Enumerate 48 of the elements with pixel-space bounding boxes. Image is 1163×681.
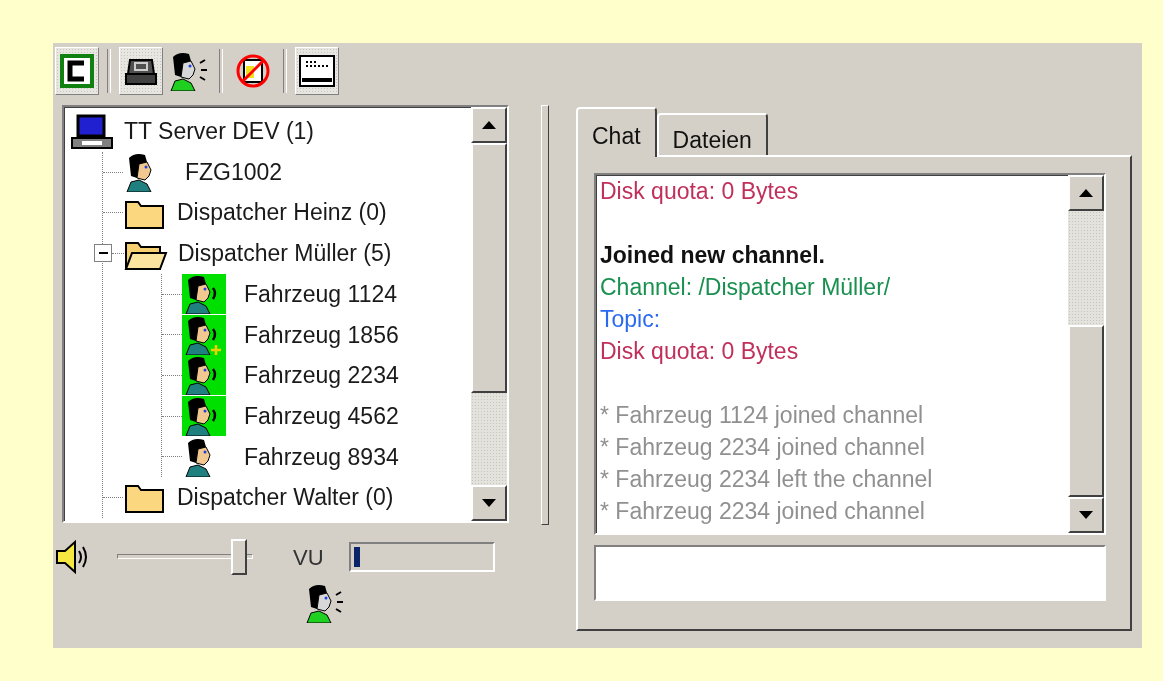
toolbar-button[interactable]: [55, 47, 99, 95]
scrollbar[interactable]: [471, 107, 507, 521]
channel-name[interactable]: Dispatcher Walter (0): [177, 480, 394, 515]
event-message: * Fahrzeug 2234 joined channel: [600, 497, 926, 526]
channel-message: Channel: /Dispatcher Müller/: [600, 273, 892, 302]
vu-label: VU: [293, 543, 324, 572]
topic-message: Topic:: [600, 305, 662, 334]
message-input[interactable]: [594, 545, 1106, 601]
up-arrow-icon: [1079, 189, 1093, 197]
event-message: * Fahrzeug 1124 joined channel: [600, 401, 925, 430]
tab[interactable]: Dateien: [656, 113, 768, 155]
user-name[interactable]: Fahrzeug 1856: [244, 317, 399, 353]
bracket-icon: [60, 54, 94, 88]
notice-message: Joined new channel.: [600, 241, 826, 270]
toolbar-button[interactable]: [295, 47, 339, 95]
box-icon: [124, 56, 158, 86]
scroll-down-button[interactable]: [1068, 497, 1104, 533]
scrollbar[interactable]: [1068, 175, 1104, 533]
scroll-up-button[interactable]: [1068, 175, 1104, 211]
slider-thumb[interactable]: [231, 539, 247, 575]
toolbar-button[interactable]: [119, 47, 163, 95]
down-arrow-icon: [1079, 511, 1093, 519]
scroll-thumb[interactable]: [471, 143, 507, 393]
down-arrow-icon: [482, 499, 496, 507]
keyboard-icon: [298, 54, 336, 88]
user-name[interactable]: Fahrzeug 8934: [244, 439, 399, 475]
scroll-down-button[interactable]: [471, 485, 507, 521]
scroll-up-button[interactable]: [471, 107, 507, 143]
channel-name[interactable]: Dispatcher Heinz (0): [177, 195, 387, 230]
up-arrow-icon: [482, 121, 496, 129]
scroll-thumb[interactable]: [1068, 325, 1104, 497]
collapse-toggle[interactable]: [94, 244, 112, 263]
event-message: * Fahrzeug 2234 joined channel: [600, 433, 926, 462]
event-message: * Fahrzeug 2234 left the channel: [600, 465, 934, 494]
user-name[interactable]: Fahrzeug 1124: [244, 276, 397, 312]
user-name[interactable]: Fahrzeug 4562: [244, 398, 399, 434]
quota-message: Disk quota: 0 Bytes: [600, 177, 800, 206]
user-name[interactable]: Fahrzeug 2234: [244, 358, 399, 393]
quota-message: Disk quota: 0 Bytes: [600, 337, 800, 366]
prohibited-icon: [234, 52, 272, 90]
computer-icon: [70, 112, 114, 150]
splitter[interactable]: [541, 105, 549, 525]
channel-name[interactable]: Dispatcher Müller (5): [178, 236, 392, 271]
volume-slider[interactable]: [117, 539, 253, 575]
user-name[interactable]: FZG1002: [185, 154, 283, 190]
speaker-icon: [55, 539, 89, 575]
tab[interactable]: Chat: [576, 107, 657, 157]
server-name[interactable]: TT Server DEV (1): [124, 114, 314, 149]
